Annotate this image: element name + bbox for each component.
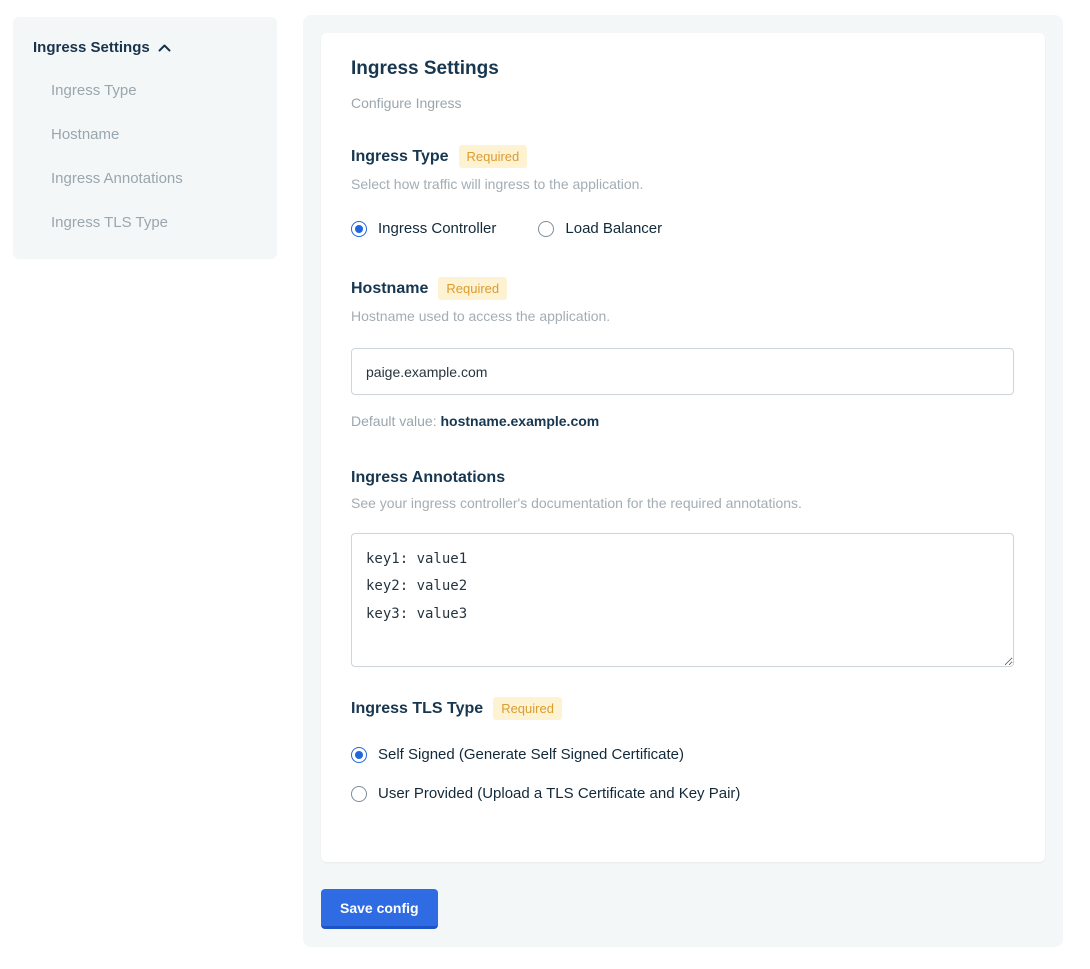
required-badge: Required xyxy=(493,697,562,720)
config-main-panel: Ingress Settings Configure Ingress Ingre… xyxy=(303,15,1063,947)
field-group-ingress-annotations: Ingress Annotations See your ingress con… xyxy=(351,469,1015,667)
radio-label: Ingress Controller xyxy=(378,220,496,237)
ingress-annotations-textarea[interactable]: key1: value1 key2: value2 key3: value3 xyxy=(351,533,1014,667)
hostname-label: Hostname xyxy=(351,280,428,298)
radio-icon[interactable] xyxy=(351,786,367,802)
radio-icon[interactable] xyxy=(351,747,367,763)
chevron-up-icon xyxy=(158,44,171,52)
ingress-type-options: Ingress Controller Load Balancer xyxy=(351,220,1015,237)
radio-user-provided[interactable]: User Provided (Upload a TLS Certificate … xyxy=(351,785,1015,802)
radio-load-balancer[interactable]: Load Balancer xyxy=(538,220,662,237)
sidebar-group-ingress-settings[interactable]: Ingress Settings xyxy=(33,39,257,56)
page-subtitle: Configure Ingress xyxy=(351,95,1015,111)
ingress-type-label: Ingress Type xyxy=(351,148,449,166)
field-group-ingress-type: Ingress Type Required Select how traffic… xyxy=(351,145,1015,237)
sidebar-group-label: Ingress Settings xyxy=(33,39,150,56)
ingress-tls-type-options: Self Signed (Generate Self Signed Certif… xyxy=(351,746,1015,802)
radio-label: Load Balancer xyxy=(565,220,662,237)
hostname-default-line: Default value: hostname.example.com xyxy=(351,413,1015,429)
sidebar-item-hostname[interactable]: Hostname xyxy=(33,126,257,143)
page-title: Ingress Settings xyxy=(351,58,1015,80)
field-group-hostname: Hostname Required Hostname used to acces… xyxy=(351,277,1015,429)
sidebar-item-ingress-annotations[interactable]: Ingress Annotations xyxy=(33,170,257,187)
hostname-input[interactable] xyxy=(351,348,1014,395)
radio-icon[interactable] xyxy=(538,221,554,237)
radio-label: User Provided (Upload a TLS Certificate … xyxy=(378,785,740,802)
required-badge: Required xyxy=(438,277,507,300)
sidebar-item-ingress-tls-type[interactable]: Ingress TLS Type xyxy=(33,214,257,231)
ingress-annotations-help: See your ingress controller's documentat… xyxy=(351,495,1015,511)
default-value-text: hostname.example.com xyxy=(441,413,600,429)
ingress-annotations-label: Ingress Annotations xyxy=(351,469,505,487)
ingress-type-help: Select how traffic will ingress to the a… xyxy=(351,176,1015,192)
radio-icon[interactable] xyxy=(351,221,367,237)
hostname-help: Hostname used to access the application. xyxy=(351,308,1015,324)
ingress-settings-card: Ingress Settings Configure Ingress Ingre… xyxy=(321,33,1045,862)
ingress-tls-type-label: Ingress TLS Type xyxy=(351,700,483,718)
radio-label: Self Signed (Generate Self Signed Certif… xyxy=(378,746,684,763)
radio-self-signed[interactable]: Self Signed (Generate Self Signed Certif… xyxy=(351,746,1015,763)
field-group-ingress-tls-type: Ingress TLS Type Required Self Signed (G… xyxy=(351,697,1015,802)
required-badge: Required xyxy=(459,145,528,168)
save-config-button[interactable]: Save config xyxy=(321,889,438,929)
sidebar-item-ingress-type[interactable]: Ingress Type xyxy=(33,82,257,99)
radio-ingress-controller[interactable]: Ingress Controller xyxy=(351,220,496,237)
sidebar-item-list: Ingress Type Hostname Ingress Annotation… xyxy=(33,82,257,231)
config-nav-sidebar: Ingress Settings Ingress Type Hostname I… xyxy=(13,17,277,259)
default-value-label: Default value: xyxy=(351,413,437,429)
